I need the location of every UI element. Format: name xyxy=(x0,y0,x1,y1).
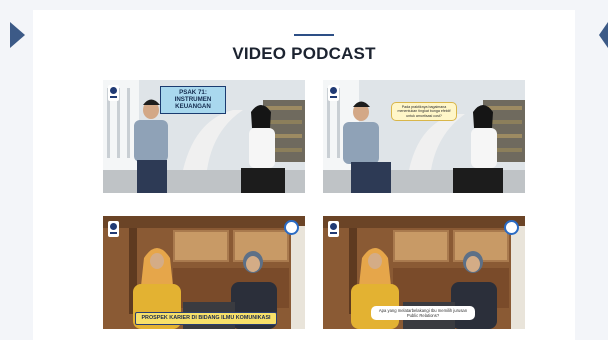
university-logo-icon xyxy=(108,85,119,101)
ministry-seal-icon xyxy=(504,220,519,235)
video-caption: Pada praktiknya bagaimana menentukan tin… xyxy=(391,102,457,122)
page: VIDEO PODCAST PSAK 71: INSTRUMEN KEUANGA… xyxy=(0,0,608,340)
video-thumbnail-4[interactable]: Apa yang melatarbelakangi Ibu memilih ju… xyxy=(323,216,525,329)
title-accent-bar xyxy=(294,34,334,36)
ministry-seal-icon xyxy=(284,220,299,235)
university-logo-icon xyxy=(108,221,119,237)
video-thumbnail-3[interactable]: PROSPEK KARIER DI BIDANG ILMU KOMUNIKASI xyxy=(103,216,305,329)
section-title: VIDEO PODCAST xyxy=(232,44,376,63)
university-logo-icon xyxy=(328,221,339,237)
university-logo-icon xyxy=(328,85,339,101)
video-thumbnail-2[interactable]: Pada praktiknya bagaimana menentukan tin… xyxy=(323,80,525,193)
video-thumbnail-1[interactable]: PSAK 71: INSTRUMEN KEUANGAN xyxy=(103,80,305,193)
video-caption: Apa yang melatarbelakangi Ibu memilih ju… xyxy=(371,306,475,321)
video-caption: PSAK 71: INSTRUMEN KEUANGAN xyxy=(160,86,226,114)
video-caption: PROSPEK KARIER DI BIDANG ILMU KOMUNIKASI xyxy=(135,312,277,325)
